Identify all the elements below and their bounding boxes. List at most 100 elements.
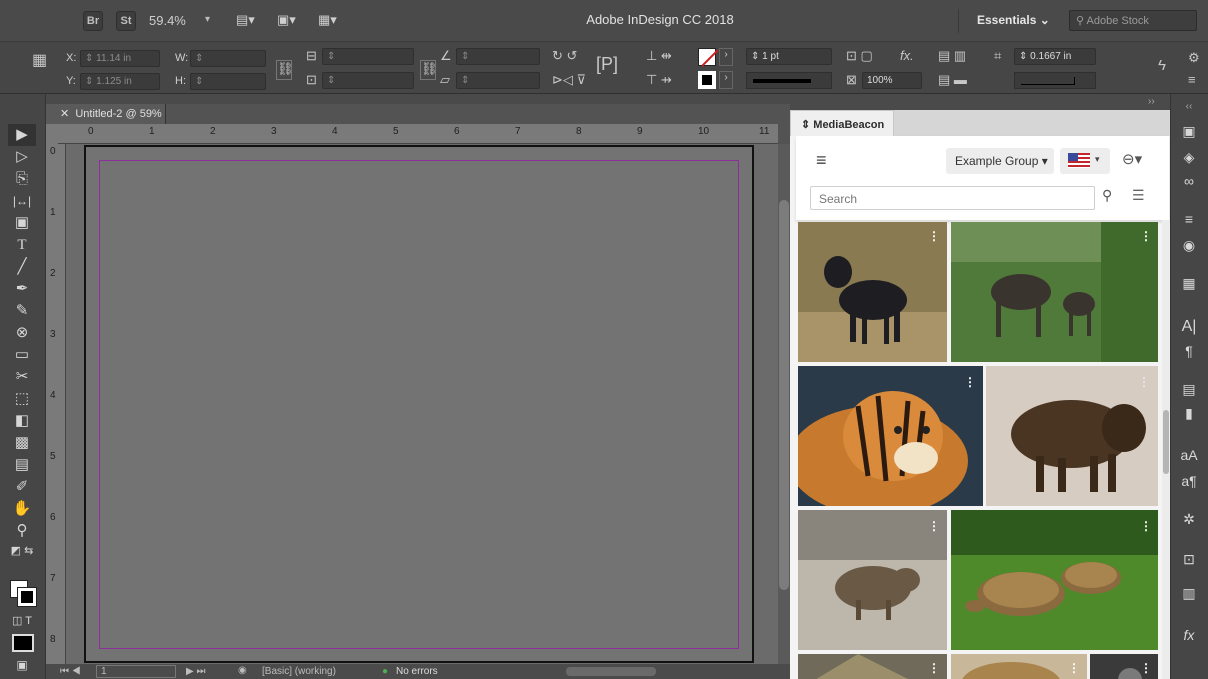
vertical-ruler[interactable]: 0 1 2 3 4 5 6 7 8 <box>46 144 66 664</box>
content-collector-icon[interactable]: ▣ <box>8 212 36 234</box>
formatting-affects-text-icon[interactable]: ◫ T <box>8 610 36 632</box>
asset-menu-icon[interactable]: ⋮ <box>1138 376 1150 388</box>
page-tool-icon[interactable]: ⎘ <box>8 168 36 190</box>
y-field[interactable]: ⇕ 1.125 in <box>80 73 160 90</box>
constrain-proportions-icon[interactable]: ⛓ <box>276 60 294 80</box>
asset-thumbnail[interactable] <box>951 654 1087 679</box>
selection-tool-icon[interactable]: ▶ <box>8 124 36 146</box>
color-panel-icon[interactable]: ◉ <box>1174 234 1204 256</box>
effects-fx-icon[interactable]: fx <box>1174 624 1204 646</box>
hand-tool-icon[interactable]: ✋ <box>8 498 36 520</box>
next-page-icon[interactable]: ▶ ⏭ <box>186 666 205 677</box>
stroke-type-select[interactable] <box>746 72 832 89</box>
asset-thumbnail[interactable] <box>951 510 1158 650</box>
h-field[interactable]: ⇕ <box>190 73 266 90</box>
apply-color-icon[interactable] <box>12 634 34 652</box>
stroke-color-swatch[interactable] <box>17 587 37 607</box>
workspace-switcher[interactable]: Essentials ⌄ <box>958 9 1060 33</box>
style-status[interactable]: [Basic] (working) <box>262 666 336 677</box>
asset-menu-icon[interactable]: ⋮ <box>1140 520 1152 532</box>
document-scroll-thumb[interactable] <box>779 200 789 590</box>
asset-thumbnail[interactable] <box>951 222 1158 362</box>
pencil-tool-icon[interactable]: ✎ <box>8 300 36 322</box>
asset-thumbnail[interactable] <box>798 510 947 650</box>
note-tool-icon[interactable]: ▤ <box>8 454 36 476</box>
fill-dropdown-icon[interactable]: › <box>719 48 733 66</box>
zoom-dropdown-icon[interactable]: ▾ <box>205 14 210 25</box>
page-number-field[interactable]: 1 <box>96 665 176 678</box>
lightning-icon[interactable]: ϟ <box>1158 58 1166 74</box>
fill-swatch[interactable] <box>698 48 719 67</box>
gradient-feather-icon[interactable]: ▩ <box>8 432 36 454</box>
stroke-swatch[interactable] <box>698 71 716 89</box>
ruler-origin[interactable] <box>46 124 58 144</box>
bookmarks-panel-icon[interactable]: ▮ <box>1174 402 1204 424</box>
x-field[interactable]: ⇕ 11.14 in <box>80 50 160 67</box>
gradient-panel-icon[interactable]: ▥ <box>1174 582 1204 604</box>
opacity-field[interactable]: 100% <box>862 72 922 89</box>
auto-fit-icon[interactable]: ⌗ <box>994 48 1001 64</box>
w-field[interactable]: ⇕ <box>190 50 266 67</box>
select-content-icon[interactable]: ⊤ ⇸ <box>646 72 672 88</box>
line-tool-icon[interactable]: ╱ <box>8 256 36 278</box>
direct-selection-tool-icon[interactable]: ▷ <box>8 146 36 168</box>
scale-x-field[interactable]: ⇕ <box>322 48 414 65</box>
gradient-tool-icon[interactable]: ◧ <box>8 410 36 432</box>
screen-mode-icon[interactable]: ▣▾ <box>277 12 307 28</box>
horizontal-ruler[interactable]: 0 1 2 3 4 5 6 7 8 9 10 11 <box>58 124 778 144</box>
rotate-clockwise-icon[interactable]: ↻ ↺ <box>552 48 577 64</box>
character-panel-icon[interactable]: A| <box>1174 316 1204 338</box>
document-tab[interactable]: ✕ Untitled-2 @ 59% <box>46 104 166 124</box>
gap-tool-icon[interactable]: |↔| <box>8 190 36 212</box>
first-page-icon[interactable]: ⏮ ◀ <box>60 666 81 677</box>
align-icon[interactable]: ▤ ▬ <box>938 72 967 88</box>
asset-menu-icon[interactable]: ⋮ <box>1068 662 1080 674</box>
stock-button[interactable]: St <box>116 11 136 31</box>
panel-menu-icon[interactable]: ≡ <box>1188 72 1196 88</box>
user-account-icon[interactable]: ⊖▾ <box>1122 150 1142 168</box>
hamburger-menu-icon[interactable]: ≡ <box>816 150 827 171</box>
filter-sliders-icon[interactable]: ☰ <box>1132 187 1145 204</box>
effects-icon[interactable]: fx. <box>900 48 914 64</box>
asset-thumbnail[interactable] <box>986 366 1158 506</box>
eyedropper-tool-icon[interactable]: ✐ <box>8 476 36 498</box>
pages-panel-icon[interactable]: ▣ <box>1174 120 1204 142</box>
stock-search-input[interactable]: ⚲ Adobe Stock <box>1069 10 1197 31</box>
reference-p-icon[interactable]: [P] <box>596 55 618 73</box>
asset-thumbnail[interactable] <box>796 366 983 516</box>
flip-horizontal-icon[interactable]: ⊳◁ ⊽ <box>552 72 586 88</box>
horizontal-scroll-thumb[interactable] <box>566 667 656 676</box>
scissors-tool-icon[interactable]: ✂ <box>8 366 36 388</box>
asset-thumbnail[interactable] <box>798 222 947 362</box>
align-panel-icon[interactable]: ⊡ <box>1174 548 1204 570</box>
effects-panel-icon[interactable]: ✲ <box>1174 508 1204 530</box>
bridge-button[interactable]: Br <box>83 11 103 31</box>
text-wrap-panel-icon[interactable]: ▤ <box>1174 378 1204 400</box>
asset-menu-icon[interactable]: ⋮ <box>964 376 976 388</box>
search-input[interactable]: Search <box>810 186 1095 210</box>
character-styles-icon[interactable]: aA <box>1174 444 1204 466</box>
close-icon[interactable]: ✕ <box>60 108 69 120</box>
gear-icon[interactable]: ⚙ <box>1188 50 1200 66</box>
drop-shadow-icon[interactable]: ⊡ ▢ <box>846 48 873 64</box>
transform-tool-icon[interactable]: ⬚ <box>8 388 36 410</box>
scale-y-field[interactable]: ⇕ <box>322 72 414 89</box>
frame-tool-icon[interactable]: ⊗ <box>8 322 36 344</box>
stroke-panel-icon[interactable]: ≡ <box>1174 208 1204 230</box>
shear-field[interactable]: ⇕ <box>456 72 540 89</box>
asset-menu-icon[interactable]: ⋮ <box>1140 230 1152 242</box>
zoom-tool-icon[interactable]: ⚲ <box>8 520 36 542</box>
select-container-icon[interactable]: ⊥ ⇹ <box>646 48 672 64</box>
paragraph-styles-icon[interactable]: a¶ <box>1174 470 1204 492</box>
collapse-panel-icon[interactable]: ›› <box>1148 96 1155 107</box>
group-selector[interactable]: Example Group ▾ <box>946 148 1054 174</box>
reference-point-icon[interactable]: ▦ <box>32 53 47 69</box>
preview-icon[interactable]: ◉ <box>238 665 247 676</box>
stroke-dropdown-icon[interactable]: › <box>719 71 733 89</box>
corner-options-select[interactable] <box>1014 72 1096 89</box>
asset-menu-icon[interactable]: ⋮ <box>928 520 940 532</box>
zoom-level[interactable]: 59.4% <box>149 13 186 28</box>
swatches-panel-icon[interactable]: ▦ <box>1174 272 1204 294</box>
search-icon[interactable]: ⚲ <box>1102 187 1112 204</box>
swap-colors-icon[interactable]: ◩ ⇆ <box>8 540 36 562</box>
